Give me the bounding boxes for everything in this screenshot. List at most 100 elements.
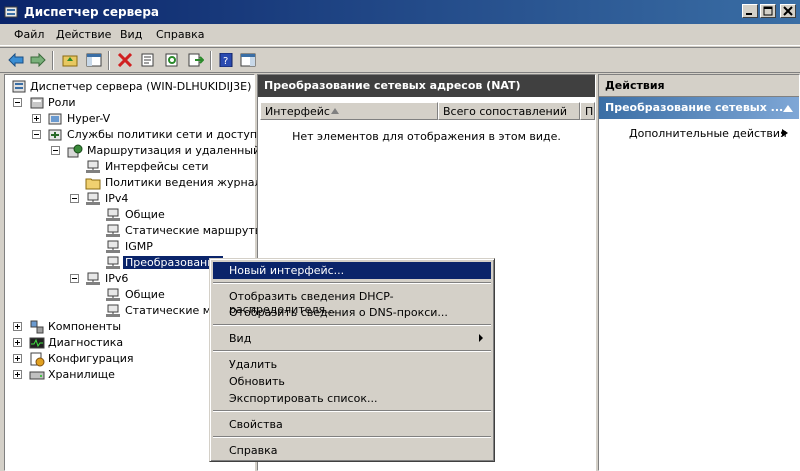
collapse-icon[interactable]: [32, 130, 41, 139]
expand-icon[interactable]: [13, 354, 22, 363]
sort-ascending-icon: [331, 108, 339, 114]
export-icon: [188, 53, 204, 67]
menu-view-label: Вид: [229, 332, 252, 345]
maximize-icon: [763, 6, 773, 16]
results-title: Преобразование сетевых адресов (NAT): [258, 75, 595, 97]
tree-label: Маршрутизация и удаленный дос: [87, 144, 285, 157]
expand-icon[interactable]: [13, 322, 22, 331]
show-action-pane-button[interactable]: [238, 51, 258, 70]
column-header-interface[interactable]: Интерфейс: [260, 102, 438, 120]
network-interface-icon: [106, 208, 120, 221]
storage-icon: [29, 371, 45, 380]
folder-up-icon: [62, 55, 78, 67]
forward-arrow-icon: [30, 53, 46, 67]
tree-item-ipv4[interactable]: IPv4: [5, 191, 254, 207]
network-interface-icon: [106, 224, 120, 237]
menu-help[interactable]: Справка: [156, 28, 204, 41]
tree-label: Конфигурация: [48, 352, 134, 365]
expand-icon[interactable]: [32, 114, 41, 123]
window-title: Диспетчер сервера: [24, 5, 159, 19]
actions-section-label: Преобразование сетевых ...: [605, 101, 784, 114]
folder-icon: [85, 178, 101, 190]
tree-label: IGMP: [125, 240, 153, 253]
back-arrow-icon: [8, 53, 24, 67]
network-interface-icon: [106, 240, 120, 253]
delete-button[interactable]: [115, 51, 135, 70]
roles-icon: [30, 97, 44, 109]
tree-item-hyperv[interactable]: Hyper-V: [5, 111, 254, 127]
help-button[interactable]: ?: [216, 51, 236, 70]
help-icon: ?: [219, 53, 233, 67]
tree-label: Общие: [125, 288, 165, 301]
tree-item-static-routes[interactable]: Статические маршруты: [5, 223, 263, 239]
menu-refresh[interactable]: Обновить: [213, 373, 491, 390]
forward-button[interactable]: [28, 51, 48, 70]
column-label: Интерфейс: [265, 105, 330, 118]
expand-icon[interactable]: [13, 338, 22, 347]
tree-label: Компоненты: [48, 320, 122, 333]
tree-label: Службы политики сети и доступа: [67, 128, 264, 141]
delete-x-icon: [117, 53, 133, 67]
up-level-button[interactable]: [60, 51, 80, 70]
actions-title: Действия: [599, 75, 799, 97]
tree-item-nps[interactable]: Службы политики сети и доступа: [5, 127, 264, 143]
collapse-icon[interactable]: [13, 98, 22, 107]
tree-label: IPv4: [105, 192, 129, 205]
empty-message: Нет элементов для отображения в этом вид…: [292, 130, 561, 143]
menu-show-dhcp[interactable]: Отобразить сведения DHCP-распределителя.…: [213, 288, 491, 316]
collapse-icon[interactable]: [70, 274, 79, 283]
minimize-button[interactable]: [742, 4, 758, 18]
actions-section-nat[interactable]: Преобразование сетевых ...: [599, 97, 799, 119]
network-policy-icon: [48, 129, 62, 141]
tree-item-roles[interactable]: Роли: [5, 95, 254, 111]
tree-item-rras[interactable]: Маршрутизация и удаленный дос: [5, 143, 284, 159]
tree-label: Хранилище: [48, 368, 115, 381]
maximize-button[interactable]: [760, 4, 776, 18]
tree-item-interfaces[interactable]: Интерфейсы сети: [5, 159, 254, 175]
menu-view[interactable]: Вид: [213, 330, 491, 347]
menu-help[interactable]: Справка: [213, 442, 491, 459]
menu-delete[interactable]: Удалить: [213, 356, 491, 373]
server-manager-icon: [12, 80, 26, 93]
menu-export[interactable]: Экспортировать список...: [213, 390, 491, 407]
column-header-total-mappings[interactable]: Всего сопоставлений: [438, 102, 580, 120]
menu-file[interactable]: Файл: [14, 28, 44, 41]
menu-show-dns[interactable]: Отобразить сведения о DNS-прокси...: [213, 304, 491, 321]
export-list-button[interactable]: [186, 51, 206, 70]
menu-view[interactable]: Вид: [120, 28, 142, 41]
submenu-arrow-icon: [479, 334, 483, 342]
refresh-button[interactable]: [162, 51, 182, 70]
submenu-arrow-icon: [782, 129, 788, 137]
network-interface-icon: [86, 192, 100, 205]
tree-item-server-manager[interactable]: Диспетчер сервера (WIN-DLHUKIDIJ3E): [5, 79, 254, 95]
menu-properties[interactable]: Свойства: [213, 416, 491, 433]
properties-button[interactable]: [138, 51, 158, 70]
network-interface-icon: [106, 288, 120, 301]
tree-item-igmp[interactable]: IGMP: [5, 239, 254, 255]
expand-icon[interactable]: [13, 370, 22, 379]
collapse-icon[interactable]: [70, 194, 79, 203]
show-hide-tree-button[interactable]: [84, 51, 104, 70]
network-interface-icon: [106, 304, 120, 317]
more-actions[interactable]: Дополнительные действия: [629, 127, 787, 140]
hyperv-icon: [48, 113, 62, 125]
tree-label: Интерфейсы сети: [105, 160, 209, 173]
column-header-truncated[interactable]: Пр: [580, 102, 595, 120]
back-button[interactable]: [6, 51, 26, 70]
menu-bar: Файл Действие Вид Справка: [0, 24, 800, 46]
tree-label: Диспетчер сервера (WIN-DLHUKIDIJ3E): [30, 80, 252, 93]
actions-pane: Действия Преобразование сетевых ... Допо…: [598, 74, 800, 471]
collapse-icon[interactable]: [51, 146, 60, 155]
components-icon: [30, 320, 44, 334]
close-icon: [783, 6, 793, 16]
tree-item-logging[interactable]: Политики ведения журналов: [5, 175, 275, 191]
menu-action[interactable]: Действие: [56, 28, 111, 41]
tree-label: Диагностика: [48, 336, 124, 349]
more-actions-label: Дополнительные действия: [629, 127, 787, 140]
tree-label: Общие: [125, 208, 165, 221]
tree-item-ipv4-general[interactable]: Общие: [5, 207, 254, 223]
menu-new-interface[interactable]: Новый интерфейс...: [213, 262, 491, 279]
collapse-up-icon[interactable]: [783, 104, 793, 112]
close-button[interactable]: [780, 4, 796, 18]
tree-label: Роли: [48, 96, 76, 109]
